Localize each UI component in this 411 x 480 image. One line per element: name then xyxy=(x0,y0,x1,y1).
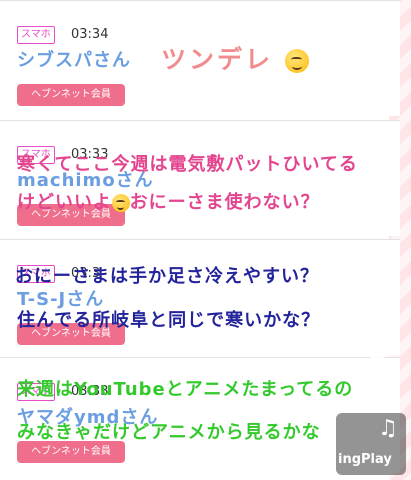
smiling-face-icon xyxy=(111,194,130,212)
post-card: スマホ 03:33 machimoさん ヘブンネット会員 xyxy=(0,120,400,236)
member-button[interactable]: ヘブンネット会員 xyxy=(17,441,125,463)
green-caption-line-2: みなきゃだけどアニメから見るかな xyxy=(17,418,321,444)
title-caption-text: ツンデレ xyxy=(161,45,274,74)
pink-caption-line-2a: けどいいよ xyxy=(17,192,112,213)
music-note-icon: ♫ xyxy=(378,416,398,441)
navy-caption-line-2: 住んでる所岐阜と同じで寒いかな？ xyxy=(17,310,321,331)
username-link[interactable]: シブスパさん xyxy=(17,50,131,72)
green-caption-line-2-text: みなきゃだけどアニメから見るかな xyxy=(17,422,321,443)
device-tag: スマホ xyxy=(17,26,55,44)
post-card: スマホ 03:3 T-S-Jさん ヘブンネット会員 xyxy=(0,239,400,355)
post-time: 03:34 xyxy=(71,27,109,42)
watermark-label: ingPlay xyxy=(338,452,392,467)
navy-caption-line-1: おにーさまは手か足さ冷えやすい？ xyxy=(15,266,319,287)
pink-caption-line-2b: おにーさま使わない？ xyxy=(129,192,320,213)
title-caption: ツンデレ xyxy=(161,40,309,76)
member-button[interactable]: ヘブンネット会員 xyxy=(17,84,125,106)
smiling-face-icon xyxy=(284,49,309,73)
play-triangle-icon xyxy=(365,347,389,365)
green-caption-line-1: 来週はYouTubeとアニメたまってるの xyxy=(17,379,354,400)
board-screen: スマホ 03:34 シブスパさん ヘブンネット会員 スマホ 03:33 mach… xyxy=(0,0,411,480)
pink-caption-line-2: けどいいよ おにーさま使わない？ xyxy=(17,188,320,214)
pink-caption-line-1: 寒くてここ今週は電気敷パットひいてる xyxy=(17,154,358,175)
